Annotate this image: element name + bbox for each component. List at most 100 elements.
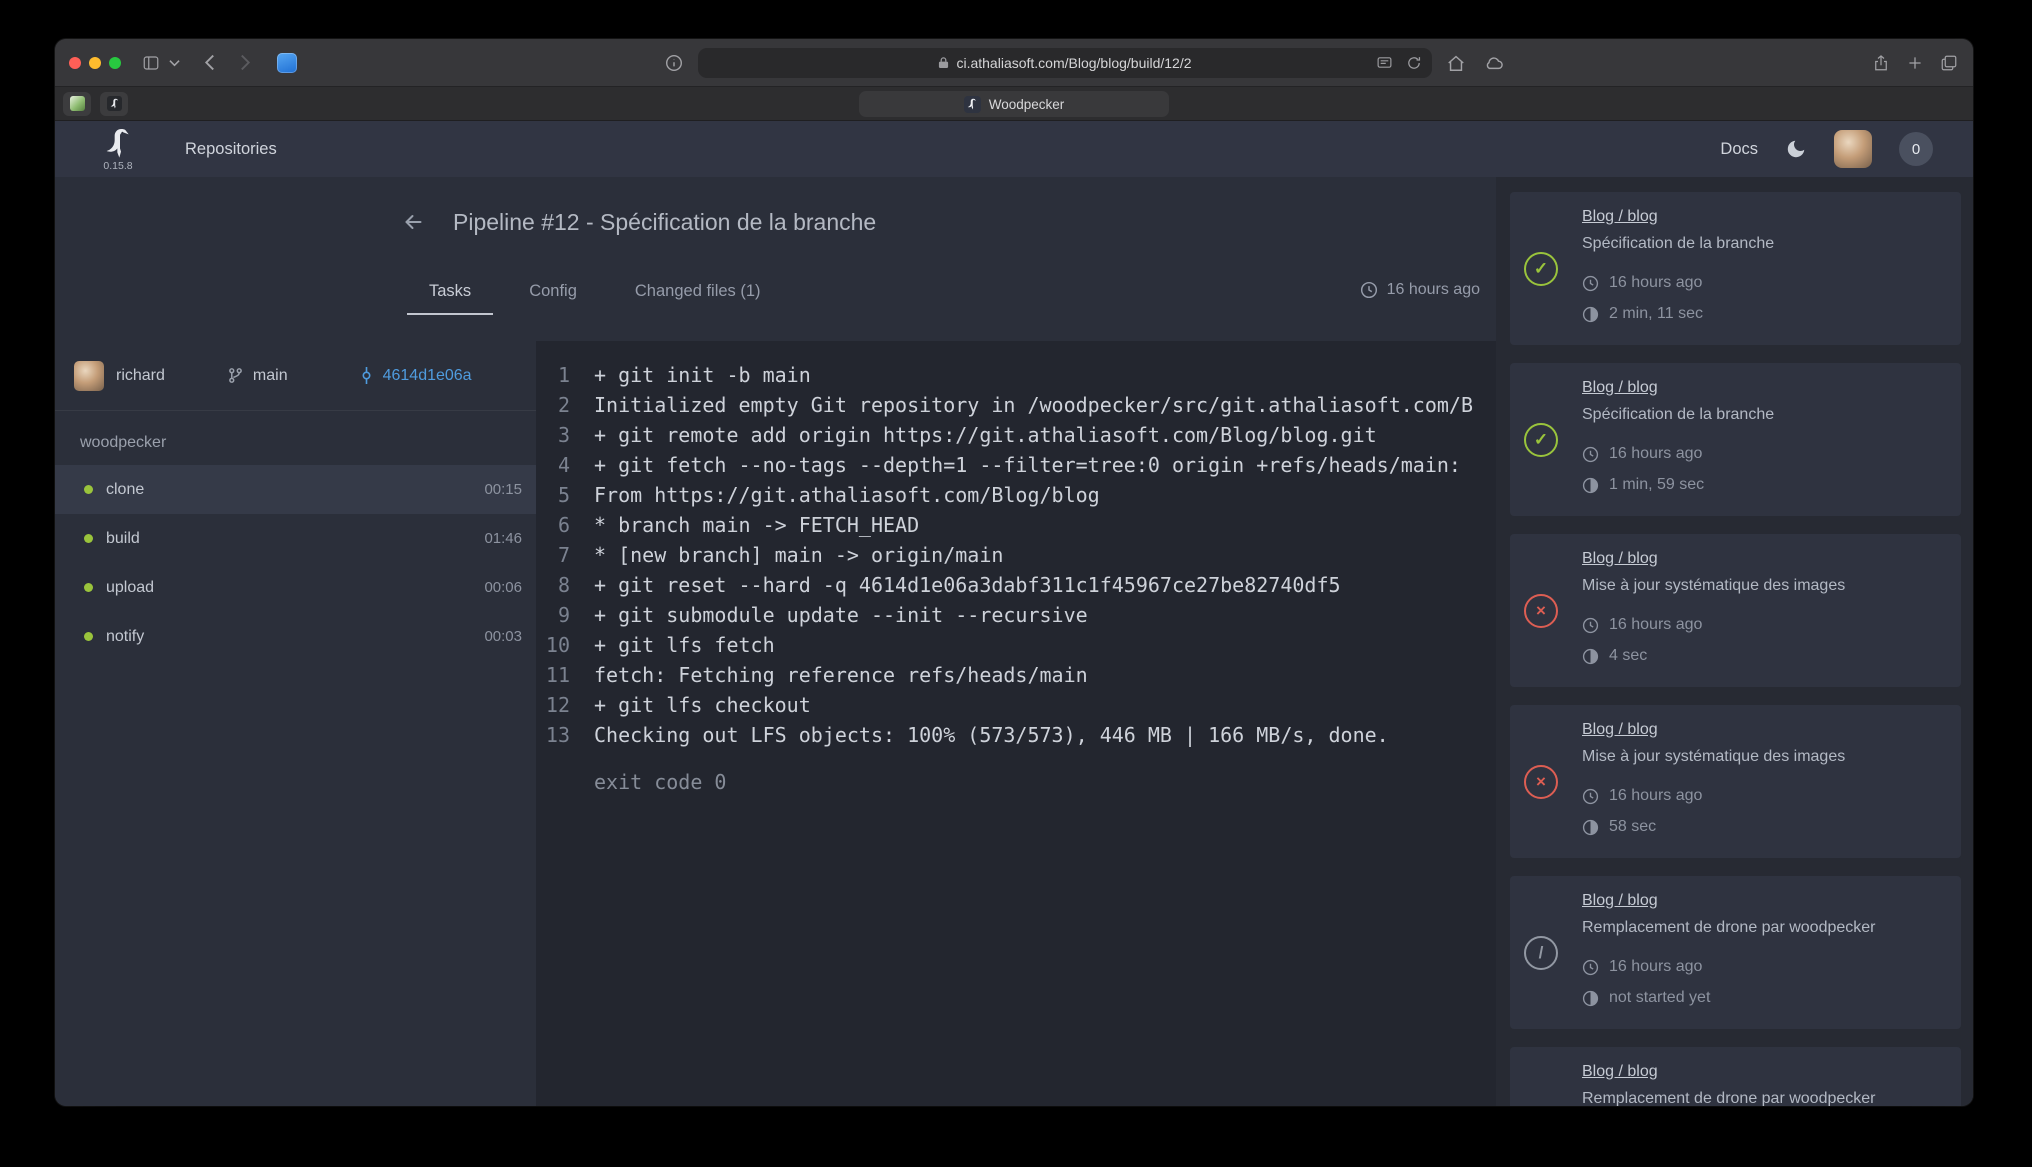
build-repo-link[interactable]: Blog / blog (1582, 208, 1774, 226)
minimize-window-button[interactable] (89, 57, 101, 69)
build-message: Mise à jour systématique des images (1582, 748, 1845, 766)
build-card[interactable]: / Blog / blog Remplacement de drone par … (1510, 1047, 1961, 1106)
log-line-number: 6 (536, 510, 570, 540)
build-message: Remplacement de drone par woodpecker (1582, 919, 1876, 937)
pinned-tab-2[interactable] (100, 92, 128, 116)
build-card[interactable]: ✓ Blog / blog Spécification de la branch… (1510, 192, 1961, 345)
duration-icon (1582, 990, 1599, 1007)
arrow-left-icon (400, 210, 427, 234)
log-line-number: 4 (536, 450, 570, 480)
task-status-dot-icon (84, 583, 93, 592)
reload-button[interactable] (1406, 54, 1422, 71)
active-tab[interactable]: Woodpecker (859, 91, 1169, 117)
user-avatar[interactable] (1834, 130, 1872, 168)
git-commit-icon (358, 367, 375, 384)
clock-icon (1582, 617, 1599, 634)
sidebar-icon (141, 54, 161, 72)
build-time: 16 hours ago (1609, 445, 1702, 463)
task-row[interactable]: notify 00:03 (55, 612, 536, 661)
sidebar-toggle-button[interactable] (137, 49, 165, 77)
clock-icon (1360, 281, 1378, 299)
url-field[interactable]: ci.athaliasoft.com/Blog/blog/build/12/2 (698, 48, 1432, 78)
log-line: 1 + git init -b main (536, 360, 1496, 390)
log-line-text: Checking out LFS objects: 100% (573/573)… (570, 720, 1389, 750)
sidebar-chevron-button[interactable] (165, 49, 183, 77)
pinned-tab-2-favicon-icon (107, 96, 122, 111)
commit-group: 4614d1e06a (358, 367, 472, 385)
log-panel: 1 + git init -b main 2 Initialized empty… (536, 341, 1496, 1106)
log-line: 6 * branch main -> FETCH_HEAD (536, 510, 1496, 540)
desktop: { "colors": { "accent-green": "#9ac43c",… (0, 0, 2032, 1167)
build-repo-link[interactable]: Blog / blog (1582, 1063, 1876, 1081)
back-to-builds-button[interactable] (400, 210, 427, 234)
branch-group: main (227, 367, 288, 385)
back-icon (204, 54, 215, 71)
build-text: Blog / blog Remplacement de drone par wo… (1582, 892, 1876, 1014)
pinned-tab-1[interactable] (63, 92, 91, 116)
duration-icon (1582, 819, 1599, 836)
build-repo-link[interactable]: Blog / blog (1582, 721, 1845, 739)
build-duration-row: not started yet (1582, 983, 1876, 1014)
build-repo-link[interactable]: Blog / blog (1582, 550, 1845, 568)
build-duration-row: 2 min, 11 sec (1582, 299, 1774, 330)
nav-repositories-link[interactable]: Repositories (185, 140, 277, 159)
clock-icon (1582, 446, 1599, 463)
log-line-number: 1 (536, 360, 570, 390)
build-card[interactable]: × Blog / blog Mise à jour systématique d… (1510, 534, 1961, 687)
build-duration-row: 4 sec (1582, 641, 1845, 672)
forward-icon (240, 54, 251, 71)
tab-config[interactable]: Config (507, 274, 599, 315)
tab-changed-files[interactable]: Changed files (1) (613, 274, 783, 315)
log-line-text: + git reset --hard -q 4614d1e06a3dabf311… (570, 570, 1341, 600)
build-status-icon: / (1524, 936, 1558, 970)
exit-code-text: exit code 0 (536, 767, 1496, 797)
back-button[interactable] (195, 49, 223, 77)
pinned-tab-1-favicon-icon (70, 96, 85, 111)
theme-toggle-button[interactable] (1785, 138, 1807, 160)
build-repo-link[interactable]: Blog / blog (1582, 379, 1774, 397)
new-tab-button[interactable] (1901, 49, 1929, 77)
log-line: 4 + git fetch --no-tags --depth=1 --filt… (536, 450, 1496, 480)
task-duration: 00:06 (484, 579, 522, 596)
notification-badge[interactable]: 0 (1899, 132, 1933, 166)
build-card[interactable]: × Blog / blog Mise à jour systématique d… (1510, 705, 1961, 858)
build-message: Mise à jour systématique des images (1582, 577, 1845, 595)
log-line-number: 8 (536, 570, 570, 600)
builds-sidebar: ✓ Blog / blog Spécification de la branch… (1496, 177, 1973, 1106)
log-line: 12 + git lfs checkout (536, 690, 1496, 720)
app-logo[interactable]: 0.15.8 (95, 127, 141, 172)
extension-button[interactable] (273, 49, 301, 77)
page-info-button[interactable] (660, 49, 688, 77)
icloud-tabs-button[interactable] (1480, 49, 1508, 77)
page-title: Pipeline #12 - Spécification de la branc… (453, 209, 876, 236)
close-window-button[interactable] (69, 57, 81, 69)
task-row[interactable]: clone 00:15 (55, 465, 536, 514)
build-card[interactable]: / Blog / blog Remplacement de drone par … (1510, 876, 1961, 1029)
task-row[interactable]: build 01:46 (55, 514, 536, 563)
log-line-text: + git submodule update --init --recursiv… (570, 600, 1088, 630)
task-row[interactable]: upload 00:06 (55, 563, 536, 612)
reader-button[interactable] (1376, 54, 1393, 71)
forward-button[interactable] (231, 49, 259, 77)
zoom-window-button[interactable] (109, 57, 121, 69)
tab-overview-button[interactable] (1935, 49, 1963, 77)
branch-name: main (253, 367, 288, 385)
lock-icon (938, 56, 949, 69)
build-repo-link[interactable]: Blog / blog (1582, 892, 1876, 910)
tab-tasks[interactable]: Tasks (407, 274, 493, 315)
build-message: Spécification de la branche (1582, 406, 1774, 424)
workflow-group-label: woodpecker (55, 431, 536, 455)
home-button[interactable] (1442, 49, 1470, 77)
clock-icon (1582, 959, 1599, 976)
nav-docs-link[interactable]: Docs (1720, 140, 1758, 159)
log-line-text: * [new branch] main -> origin/main (570, 540, 1003, 570)
build-status-icon: ✓ (1524, 423, 1558, 457)
build-card[interactable]: ✓ Blog / blog Spécification de la branch… (1510, 363, 1961, 516)
commit-hash-link[interactable]: 4614d1e06a (383, 367, 472, 385)
build-text: Blog / blog Mise à jour systématique des… (1582, 550, 1845, 672)
log-lines: 1 + git init -b main 2 Initialized empty… (536, 360, 1496, 750)
share-button[interactable] (1867, 49, 1895, 77)
task-name: clone (106, 481, 144, 499)
build-duration: 4 sec (1609, 647, 1647, 665)
clock-icon (1582, 788, 1599, 805)
